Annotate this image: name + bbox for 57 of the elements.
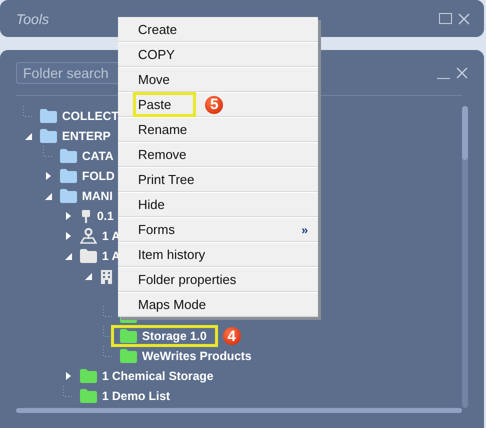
maximize-icon[interactable] bbox=[439, 13, 452, 24]
submenu-arrow: » bbox=[301, 222, 308, 236]
menu-item[interactable]: Folder properties bbox=[138, 272, 236, 287]
folder-icon bbox=[120, 349, 137, 363]
expanded-triangle-icon[interactable] bbox=[84, 272, 92, 280]
pin-icon bbox=[80, 208, 92, 224]
number-badge: 4 bbox=[222, 327, 241, 345]
tree-item[interactable]: FOLD bbox=[82, 169, 115, 183]
folder-icon bbox=[80, 249, 97, 263]
folder-icon bbox=[120, 329, 137, 343]
tree-item[interactable]: CATA bbox=[82, 149, 114, 163]
tree-item[interactable]: 1 Demo List bbox=[102, 389, 170, 403]
close-icon[interactable] bbox=[456, 67, 468, 79]
collapsed-triangle-icon[interactable] bbox=[66, 232, 70, 240]
menu-item[interactable]: Item history bbox=[138, 247, 206, 262]
folder-icon bbox=[80, 369, 97, 383]
folder-icon bbox=[60, 189, 77, 203]
menu-item[interactable]: Hide bbox=[138, 197, 165, 212]
collapsed-triangle-icon[interactable] bbox=[46, 172, 50, 180]
menu-item[interactable]: Print Tree bbox=[138, 172, 194, 187]
connector-line bbox=[103, 346, 113, 357]
map-person-icon bbox=[80, 228, 97, 244]
number-badge: 5 bbox=[205, 96, 224, 114]
expanded-triangle-icon[interactable] bbox=[24, 132, 32, 140]
tree-item[interactable]: WeWrites Products bbox=[142, 349, 252, 363]
connector-line bbox=[63, 386, 73, 397]
connector-line bbox=[103, 306, 113, 317]
building-icon bbox=[100, 268, 113, 284]
menu-item[interactable]: Forms bbox=[138, 222, 175, 237]
horizontal-scrollbar[interactable] bbox=[16, 408, 462, 413]
tree-item[interactable]: COLLECT bbox=[62, 109, 119, 123]
collapsed-triangle-icon[interactable] bbox=[66, 212, 70, 220]
highlighted-menu-item[interactable]: Paste bbox=[136, 95, 194, 114]
expanded-triangle-icon[interactable] bbox=[64, 252, 72, 260]
menu-item[interactable]: Create bbox=[138, 22, 178, 36]
tree-item[interactable]: 0.1 bbox=[97, 209, 114, 223]
tree-item[interactable]: Storage 1.0 bbox=[142, 329, 207, 343]
close-icon[interactable] bbox=[458, 12, 470, 24]
menu-item[interactable]: Remove bbox=[138, 147, 186, 162]
expanded-triangle-icon[interactable] bbox=[44, 192, 52, 200]
collapsed-triangle-icon[interactable] bbox=[66, 372, 70, 380]
folder-icon bbox=[60, 149, 77, 163]
menu-item[interactable]: Move bbox=[138, 72, 170, 87]
connector-line bbox=[43, 146, 53, 157]
connector-line bbox=[23, 106, 33, 117]
tree-item[interactable]: MANI bbox=[82, 189, 113, 203]
window-title: Tools bbox=[16, 10, 50, 26]
tree-item[interactable]: ENTERP bbox=[62, 129, 111, 143]
menu-item[interactable]: Rename bbox=[138, 122, 188, 137]
vertical-scrollbar[interactable] bbox=[462, 106, 468, 408]
folder-icon bbox=[40, 109, 57, 123]
menu-item[interactable]: COPY bbox=[138, 47, 175, 62]
folder-icon bbox=[40, 129, 57, 143]
folder-icon bbox=[60, 169, 77, 183]
menu-item[interactable]: Maps Mode bbox=[138, 297, 206, 312]
folder-icon bbox=[80, 389, 97, 403]
tree-item[interactable]: 1 Chemical Storage bbox=[102, 369, 214, 383]
